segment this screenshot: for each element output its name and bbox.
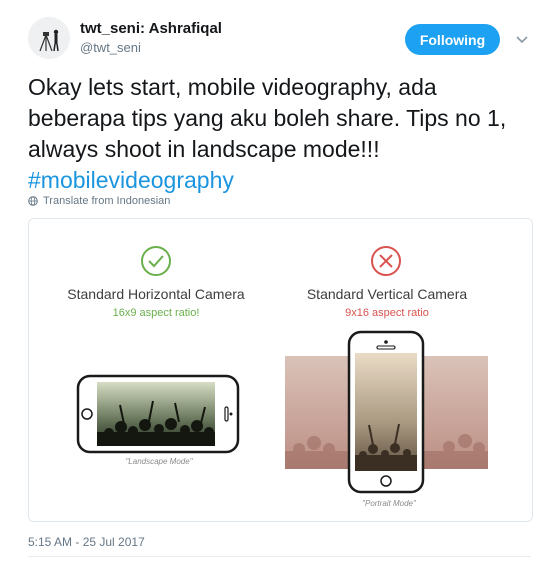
- display-name[interactable]: twt_seni: Ashrafiqal: [80, 20, 222, 37]
- globe-icon: [28, 196, 38, 206]
- chevron-down-icon[interactable]: [515, 32, 529, 46]
- landscape-caption: "Landscape Mode": [125, 457, 193, 466]
- divider: [28, 556, 531, 557]
- portrait-phone: [347, 330, 425, 494]
- portrait-caption: "Portrait Mode": [362, 499, 416, 508]
- tweet-body: Okay lets start, mobile videography, ada…: [28, 74, 507, 162]
- hashtag-link[interactable]: #mobilevideography: [28, 167, 234, 193]
- tweet-text: Okay lets start, mobile videography, ada…: [28, 72, 538, 196]
- avatar-image: [28, 17, 70, 59]
- vertical-camera-title: Standard Vertical Camera: [306, 286, 468, 302]
- horizontal-camera-title: Standard Horizontal Camera: [67, 286, 245, 302]
- landscape-phone: [76, 374, 240, 454]
- media-card[interactable]: Standard Horizontal Camera 16x9 aspect r…: [28, 218, 533, 522]
- user-handle[interactable]: @twt_seni: [80, 40, 141, 55]
- comparison-illustration: [76, 246, 488, 494]
- check-icon: [141, 246, 171, 276]
- avatar[interactable]: [28, 17, 70, 59]
- translate-link[interactable]: Translate from Indonesian: [28, 195, 170, 207]
- vertical-aspect-ratio: 9x16 aspect ratio: [345, 307, 429, 319]
- following-button[interactable]: Following: [405, 24, 500, 55]
- tweet-timestamp[interactable]: 5:15 AM - 25 Jul 2017: [28, 535, 145, 549]
- x-icon: [371, 246, 401, 276]
- horizontal-aspect-ratio: 16x9 aspect ratio!: [112, 307, 200, 319]
- translate-label: Translate from Indonesian: [43, 195, 171, 207]
